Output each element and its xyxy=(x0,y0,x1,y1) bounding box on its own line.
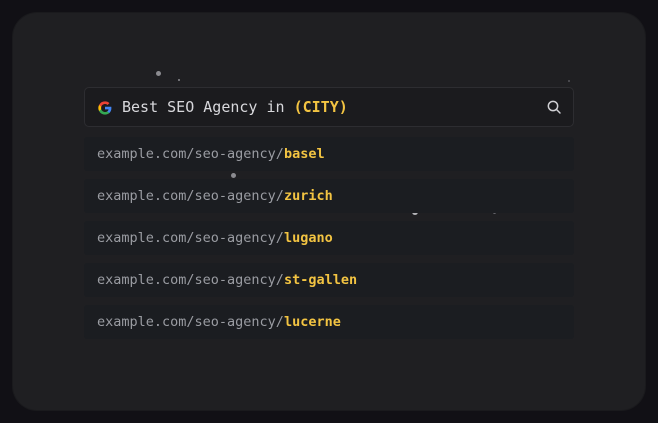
particle-dot xyxy=(178,79,180,81)
result-url-slug: basel xyxy=(283,146,325,162)
search-query[interactable]: Best SEO Agency in (CITY) xyxy=(122,88,348,126)
search-icon[interactable] xyxy=(546,99,562,115)
results-list: example.com/seo-agency/basel example.com… xyxy=(84,137,574,347)
result-row-zurich[interactable]: example.com/seo-agency/zurich xyxy=(84,179,574,213)
result-url-slug: zurich xyxy=(283,188,333,204)
query-text: Best SEO Agency in xyxy=(122,98,294,116)
result-url-base: example.com/seo-agency/ xyxy=(97,272,284,288)
search-bar[interactable]: Best SEO Agency in (CITY) xyxy=(84,87,574,127)
result-row-lugano[interactable]: example.com/seo-agency/lugano xyxy=(84,221,574,255)
result-url-slug: st-gallen xyxy=(283,272,358,288)
result-url-base: example.com/seo-agency/ xyxy=(97,230,284,246)
result-url-base: example.com/seo-agency/ xyxy=(97,314,284,330)
particle-dot xyxy=(156,71,161,76)
result-url-slug: lucerne xyxy=(283,314,341,330)
query-city-placeholder: (CITY) xyxy=(293,98,348,116)
result-row-lucerne[interactable]: example.com/seo-agency/lucerne xyxy=(84,305,574,339)
result-row-st-gallen[interactable]: example.com/seo-agency/st-gallen xyxy=(84,263,574,297)
result-url-base: example.com/seo-agency/ xyxy=(97,188,284,204)
result-url-slug: lugano xyxy=(283,230,333,246)
google-g-icon xyxy=(98,101,112,115)
result-url-base: example.com/seo-agency/ xyxy=(97,146,284,162)
particle-dot xyxy=(568,80,570,82)
result-row-basel[interactable]: example.com/seo-agency/basel xyxy=(84,137,574,171)
